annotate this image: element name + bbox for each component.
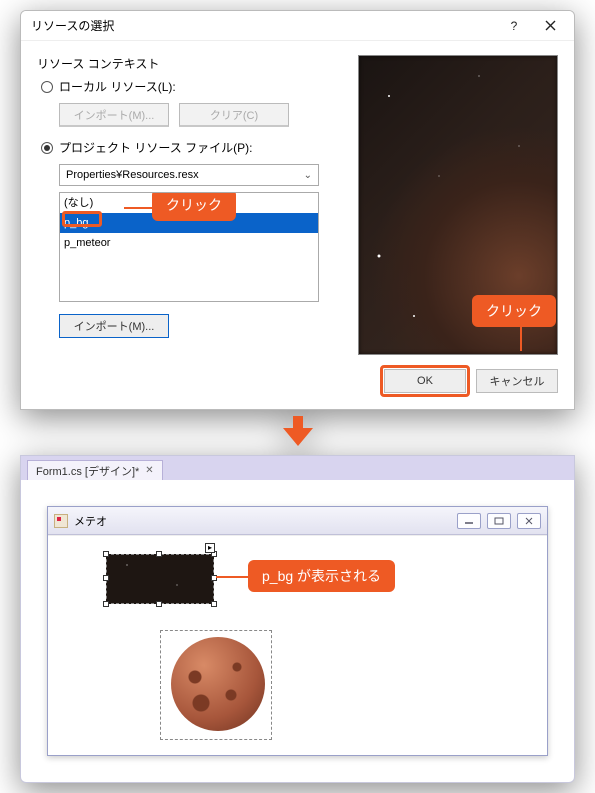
minimize-button[interactable] [457,513,481,529]
form-icon [54,514,68,528]
radio-local-label: ローカル リソース(L): [59,78,176,95]
help-button[interactable]: ? [496,14,532,38]
cancel-button[interactable]: キャンセル [476,369,558,393]
callout-click-item: クリック [152,192,236,221]
picturebox-bg[interactable]: ▸ [106,554,214,604]
tab-label: Form1.cs [デザイン]* [36,463,139,479]
resource-listbox[interactable]: (なし) p_bg p_meteor クリック [59,192,319,302]
context-label: リソース コンテキスト [37,55,346,72]
callout-result: p_bg が表示される [248,560,395,592]
ok-button[interactable]: OK [384,369,466,393]
maximize-button[interactable] [487,513,511,529]
smart-tag-icon[interactable]: ▸ [205,543,215,553]
close-button[interactable] [532,14,568,38]
close-form-button[interactable] [517,513,541,529]
combo-value: Properties¥Resources.resx [66,169,199,181]
callout-click-ok: クリック [472,295,556,327]
radio-icon [41,81,53,93]
form-titlebar: メテオ [48,507,547,535]
radio-local[interactable]: ローカル リソース(L): [41,78,346,95]
meteor-image [171,637,265,731]
import-local-button: インポート(M)... [59,103,169,127]
arrow-down-icon [278,416,318,449]
design-canvas[interactable]: ▸ p_bg が表示される [48,535,547,755]
picturebox-meteor[interactable] [160,630,272,740]
callout-line [520,325,522,351]
list-item[interactable]: p_meteor [60,233,318,253]
form-title: メテオ [74,513,107,529]
resource-file-combo[interactable]: Properties¥Resources.resx ⌄ [59,164,319,186]
radio-project-label: プロジェクト リソース ファイル(P): [59,139,252,156]
chevron-down-icon: ⌄ [304,170,312,181]
tab-strip: Form1.cs [デザイン]* ✕ [21,456,574,480]
dialog-title: リソースの選択 [31,17,496,34]
dialog-titlebar: リソースの選択 ? [21,11,574,41]
clear-button: クリア(C) [179,103,289,127]
tab-designer[interactable]: Form1.cs [デザイン]* ✕ [27,460,163,480]
radio-icon [41,142,53,154]
import-project-button[interactable]: インポート(M)... [59,314,169,338]
close-icon[interactable]: ✕ [145,465,153,476]
radio-project[interactable]: プロジェクト リソース ファイル(P): [41,139,346,156]
callout-line [216,576,252,578]
